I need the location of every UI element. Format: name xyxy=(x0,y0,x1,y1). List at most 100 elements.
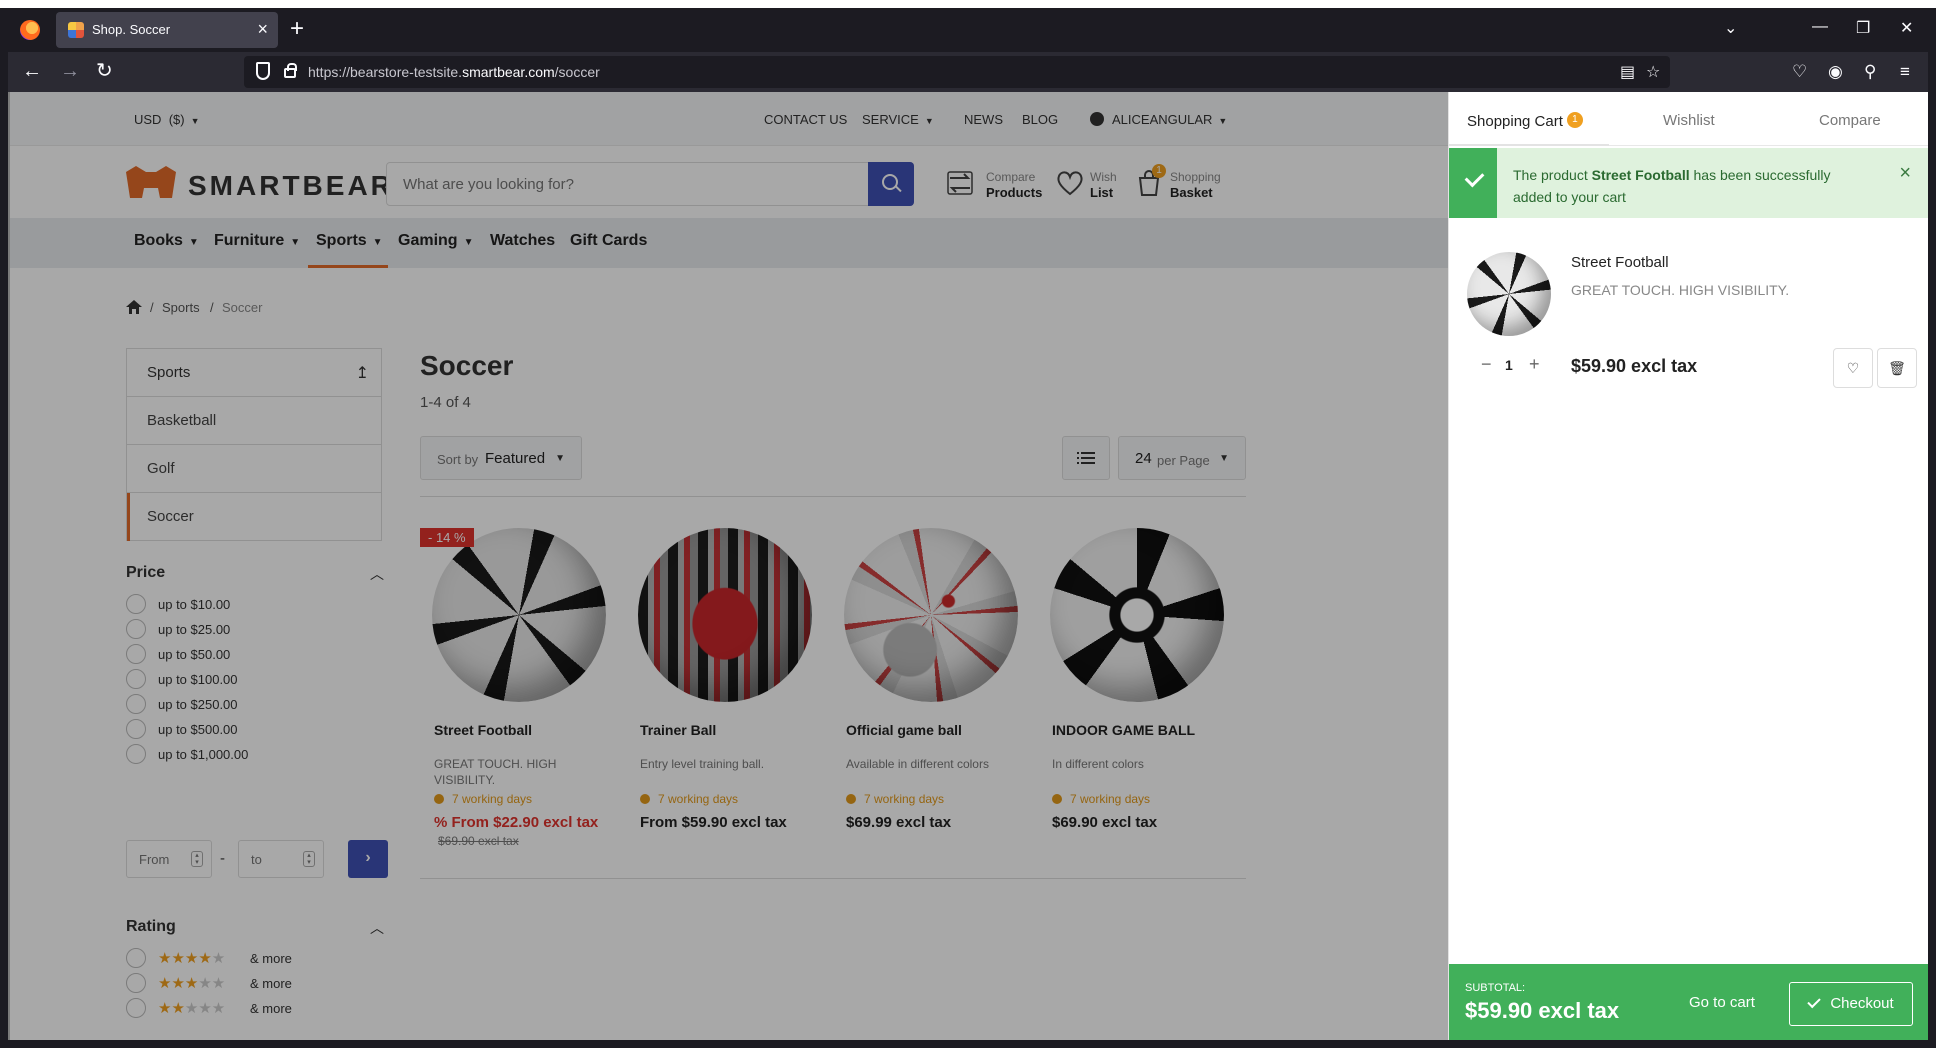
close-window-icon[interactable]: ✕ xyxy=(1900,18,1913,38)
level-up-icon[interactable]: ↥ xyxy=(356,363,369,383)
nav-gift-cards[interactable]: Gift Cards xyxy=(570,232,647,250)
logo-text[interactable]: SMARTBEAR xyxy=(188,170,394,202)
account-icon[interactable]: ◉ xyxy=(1828,62,1843,82)
nav-gaming[interactable]: Gaming ▼ xyxy=(398,232,473,250)
cart-item-image[interactable] xyxy=(1467,252,1551,336)
page-scrollbar[interactable] xyxy=(8,92,10,1040)
quantity-decrease-icon[interactable]: − xyxy=(1481,354,1492,375)
radio-button[interactable] xyxy=(126,744,146,764)
product-card[interactable]: - 14 % Street Football GREAT TOUCH. HIGH… xyxy=(420,528,616,868)
breadcrumb-sports[interactable]: Sports xyxy=(162,300,200,315)
range-dash: - xyxy=(220,850,225,867)
nav-sports[interactable]: Sports ▼ xyxy=(316,232,383,250)
spinner-icon[interactable]: ▴ ▾ xyxy=(303,851,315,867)
menu-icon[interactable]: ≡ xyxy=(1900,62,1910,82)
cart-item-name[interactable]: Street Football xyxy=(1571,254,1669,271)
search-input[interactable] xyxy=(387,163,865,205)
list-view-button[interactable] xyxy=(1062,436,1110,480)
sort-dropdown[interactable]: Sort by Featured ▼ xyxy=(420,436,582,480)
quantity-value[interactable]: 1 xyxy=(1505,357,1513,373)
product-name[interactable]: INDOOR GAME BALL xyxy=(1052,722,1195,738)
radio-button[interactable] xyxy=(126,669,146,689)
product-card[interactable]: INDOOR GAME BALL In different colors 7 w… xyxy=(1038,528,1234,868)
nav-books[interactable]: Books ▼ xyxy=(134,232,199,250)
user-icon xyxy=(1090,112,1104,126)
news-link[interactable]: NEWS xyxy=(964,112,1003,127)
product-name[interactable]: Official game ball xyxy=(846,722,962,738)
sidebar-item-basketball[interactable]: Basketball xyxy=(127,397,381,445)
remove-item-button[interactable]: 🗑 xyxy=(1877,348,1917,388)
radio-button[interactable] xyxy=(126,644,146,664)
radio-button[interactable] xyxy=(126,619,146,639)
product-card[interactable]: Official game ball Available in differen… xyxy=(832,528,1028,868)
go-to-cart-link[interactable]: Go to cart xyxy=(1689,994,1755,1011)
chevron-up-icon[interactable]: ︿ xyxy=(370,918,384,938)
home-icon[interactable] xyxy=(126,300,142,314)
blog-link[interactable]: BLOG xyxy=(1022,112,1058,127)
product-name[interactable]: Trainer Ball xyxy=(640,722,716,738)
account-menu[interactable]: ALICEANGULAR ▼ xyxy=(1090,112,1227,127)
smartbear-logo-icon[interactable] xyxy=(124,166,178,198)
new-tab-icon[interactable]: + xyxy=(290,16,304,42)
apply-price-range-button[interactable]: › xyxy=(348,840,388,878)
nav-furniture[interactable]: Furniture ▼ xyxy=(214,232,300,250)
quantity-increase-icon[interactable]: + xyxy=(1529,354,1540,375)
per-page-dropdown[interactable]: 24 per Page ▼ xyxy=(1118,436,1246,480)
extensions-icon[interactable]: ⚲ xyxy=(1864,62,1876,82)
product-image[interactable] xyxy=(844,528,1018,702)
checkout-button[interactable]: Checkout xyxy=(1789,982,1913,1026)
product-image[interactable] xyxy=(1050,528,1224,702)
spinner-icon[interactable]: ▴ ▾ xyxy=(191,851,203,867)
contact-link[interactable]: CONTACT US xyxy=(764,112,847,127)
bookmark-star-icon[interactable]: ☆ xyxy=(1646,62,1660,82)
radio-button[interactable] xyxy=(126,998,146,1018)
sidebar-item-soccer[interactable]: Soccer xyxy=(127,493,381,541)
restore-icon[interactable]: ❐ xyxy=(1856,18,1870,38)
move-to-wishlist-button[interactable]: ♡ xyxy=(1833,348,1873,388)
search-button[interactable] xyxy=(868,162,914,206)
firefox-icon[interactable] xyxy=(20,20,40,40)
rating-facet-title[interactable]: Rating xyxy=(126,918,176,936)
product-image[interactable] xyxy=(432,528,606,702)
sidebar-item-sports[interactable]: Sports ↥ xyxy=(127,349,381,397)
forward-icon[interactable]: → xyxy=(60,60,80,82)
tracking-shield-icon[interactable] xyxy=(256,62,270,80)
price-to-input[interactable] xyxy=(239,841,299,877)
currency-selector[interactable]: USD ($) ▼ xyxy=(134,112,200,127)
tab-shopping-cart[interactable]: Shopping Cart 1 xyxy=(1467,112,1583,130)
pocket-icon[interactable]: ♡ xyxy=(1792,62,1807,82)
price-from-input[interactable] xyxy=(127,841,187,877)
radio-button[interactable] xyxy=(126,694,146,714)
url-bar[interactable]: https://bearstore-testsite.smartbear.com… xyxy=(244,56,1670,88)
lock-icon[interactable] xyxy=(284,63,297,78)
chevron-up-icon[interactable]: ︿ xyxy=(370,564,384,584)
price-from-field: ▴▾ xyxy=(126,840,212,878)
product-name[interactable]: Street Football xyxy=(434,722,532,738)
nav-watches[interactable]: Watches xyxy=(490,232,555,250)
radio-button[interactable] xyxy=(126,973,146,993)
tab-compare[interactable]: Compare xyxy=(1819,112,1881,129)
product-image[interactable] xyxy=(638,528,812,702)
service-menu[interactable]: SERVICE ▼ xyxy=(862,112,934,127)
reader-view-icon[interactable]: ▤ xyxy=(1620,62,1635,82)
browser-tab[interactable]: Shop. Soccer × xyxy=(56,12,278,48)
radio-button[interactable] xyxy=(126,719,146,739)
tab-close-icon[interactable]: × xyxy=(257,19,268,39)
minimize-icon[interactable]: — xyxy=(1812,18,1828,36)
cart-count-badge: 1 xyxy=(1566,112,1583,128)
wishlist-link[interactable]: Wish List xyxy=(1056,166,1126,202)
list-tabs-icon[interactable]: ⌄ xyxy=(1724,18,1737,38)
reload-icon[interactable]: ↻ xyxy=(96,60,113,82)
price-facet-title[interactable]: Price xyxy=(126,564,165,582)
compare-products-link[interactable]: Compare Products xyxy=(946,166,1046,202)
tab-wishlist[interactable]: Wishlist xyxy=(1663,112,1715,129)
close-icon[interactable]: × xyxy=(1899,162,1911,185)
shopping-basket-link[interactable]: 1 Shopping Basket xyxy=(1136,164,1236,202)
back-icon[interactable]: ← xyxy=(22,60,42,82)
sidebar-item-golf[interactable]: Golf xyxy=(127,445,381,493)
radio-button[interactable] xyxy=(126,594,146,614)
utility-bar: USD ($) ▼ CONTACT US SERVICE ▼ NEWS BLOG A… xyxy=(8,92,1448,146)
product-card[interactable]: Trainer Ball Entry level training ball. … xyxy=(626,528,822,868)
radio-button[interactable] xyxy=(126,948,146,968)
url-text[interactable]: https://bearstore-testsite.smartbear.com… xyxy=(308,64,600,80)
